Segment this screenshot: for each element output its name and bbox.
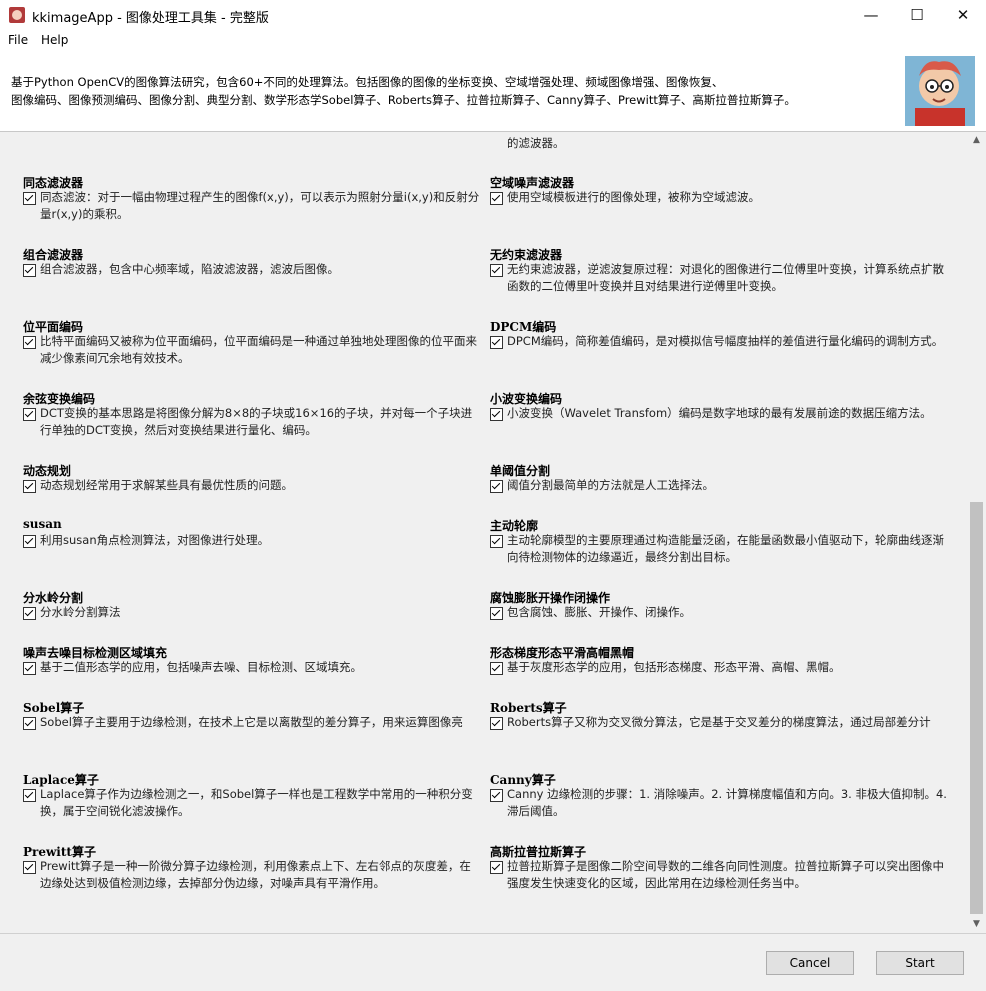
avatar-image xyxy=(905,56,975,126)
item-checkbox[interactable] xyxy=(490,861,503,874)
item-checkbox[interactable] xyxy=(23,192,36,205)
item-description: 包含腐蚀、膨胀、开操作、闭操作。 xyxy=(507,605,691,619)
scroll-down-icon[interactable]: ▼ xyxy=(968,916,985,933)
item-checkbox[interactable] xyxy=(23,717,36,730)
item-description: Roberts算子又称为交叉微分算法，它是基于交叉差分的梯度算法，通过局部差分计 xyxy=(507,715,931,729)
scroll-thumb[interactable] xyxy=(970,502,983,914)
app-icon xyxy=(9,7,25,23)
item-checkbox[interactable] xyxy=(23,408,36,421)
bottom-bar: Cancel Start xyxy=(0,933,986,991)
maximize-button[interactable]: ☐ xyxy=(894,0,940,31)
start-button[interactable]: Start xyxy=(876,951,964,975)
algorithm-list: 的滤波器。 同态滤波器 同态滤波：对于一幅由物理过程产生的图像f(x,y)，可以… xyxy=(0,132,968,933)
cancel-button[interactable]: Cancel xyxy=(766,951,854,975)
item-description: 动态规划经常用于求解某些具有最优性质的问题。 xyxy=(40,478,293,492)
item-checkbox[interactable] xyxy=(490,607,503,620)
item-description: 使用空域模板进行的图像处理，被称为空域滤波。 xyxy=(507,190,760,204)
item-description: DPCM编码，简称差值编码，是对模拟信号幅度抽样的差值进行量化编码的调制方式。 xyxy=(507,334,944,348)
item-checkbox[interactable] xyxy=(490,480,503,493)
item-checkbox[interactable] xyxy=(23,480,36,493)
close-button[interactable]: ✕ xyxy=(940,0,986,31)
item-checkbox[interactable] xyxy=(23,789,36,802)
item-description: Prewitt算子是一种一阶微分算子边缘检测，利用像素点上下、左右邻点的灰度差，… xyxy=(40,859,471,890)
window-title: kkimageApp - 图像处理工具集 - 完整版 xyxy=(32,11,269,26)
item-description: 基于灰度形态学的应用，包括形态梯度、形态平滑、高帽、黑帽。 xyxy=(507,660,841,674)
item-checkbox[interactable] xyxy=(490,662,503,675)
item-description: 分水岭分割算法 xyxy=(40,605,121,619)
item-description: 比特平面编码又被称为位平面编码，位平面编码是一种通过单独地处理图像的位平面来减少… xyxy=(40,334,477,365)
minimize-button[interactable]: — xyxy=(848,0,894,31)
item-description: Sobel算子主要用于边缘检测，在技术上它是以离散型的差分算子，用来运算图像亮 xyxy=(40,715,463,729)
item-description: 基于二值形态学的应用，包括噪声去噪、目标检测、区域填充。 xyxy=(40,660,362,674)
item-checkbox[interactable] xyxy=(490,264,503,277)
description-line-1: 基于Python OpenCV的图像算法研究，包含60+不同的处理算法。包括图像… xyxy=(11,75,724,89)
item-description: 同态滤波：对于一幅由物理过程产生的图像f(x,y)，可以表示为照射分量i(x,y… xyxy=(40,190,480,221)
item-description: Canny 边缘检测的步骤：1. 消除噪声。2. 计算梯度幅值和方向。3. 非极… xyxy=(507,787,947,818)
menu-bar: File Help xyxy=(0,31,986,52)
title-bar: kkimageApp - 图像处理工具集 - 完整版 — ☐ ✕ xyxy=(0,0,986,31)
partial-item-text: 的滤波器。 xyxy=(507,136,565,150)
item-checkbox[interactable] xyxy=(490,717,503,730)
item-description: Laplace算子作为边缘检测之一，和Sobel算子一样也是工程数学中常用的一种… xyxy=(40,787,473,818)
item-checkbox[interactable] xyxy=(490,789,503,802)
menu-help[interactable]: Help xyxy=(41,33,68,47)
item-checkbox[interactable] xyxy=(490,336,503,349)
item-checkbox[interactable] xyxy=(490,535,503,548)
item-description: 无约束滤波器，逆滤波复原过程：对退化的图像进行二位傅里叶变换，计算系统点扩散函数… xyxy=(507,262,944,293)
item-checkbox[interactable] xyxy=(23,861,36,874)
item-checkbox[interactable] xyxy=(23,264,36,277)
scroll-up-icon[interactable]: ▲ xyxy=(968,132,985,149)
item-checkbox[interactable] xyxy=(490,408,503,421)
item-checkbox[interactable] xyxy=(23,336,36,349)
item-description: 利用susan角点检测算法，对图像进行处理。 xyxy=(40,533,270,547)
item-checkbox[interactable] xyxy=(23,607,36,620)
item-description: 拉普拉斯算子是图像二阶空间导数的二维各向同性测度。拉普拉斯算子可以突出图像中强度… xyxy=(507,859,944,890)
item-description: 组合滤波器，包含中心频率域，陷波滤波器，滤波后图像。 xyxy=(40,262,339,276)
item-checkbox[interactable] xyxy=(23,535,36,548)
item-description: 主动轮廓模型的主要原理通过构造能量泛函，在能量函数最小值驱动下，轮廓曲线逐渐向待… xyxy=(507,533,944,564)
item-checkbox[interactable] xyxy=(23,662,36,675)
vertical-scrollbar[interactable]: ▲ ▼ xyxy=(968,132,985,933)
description-line-2: 图像编码、图像预测编码、图像分割、典型分割、数学形态学Sobel算子、Rober… xyxy=(11,93,796,107)
menu-file[interactable]: File xyxy=(8,33,28,47)
item-description: 阈值分割最简单的方法就是人工选择法。 xyxy=(507,478,714,492)
item-heading: susan xyxy=(23,517,62,531)
description-panel: 基于Python OpenCV的图像算法研究，包含60+不同的处理算法。包括图像… xyxy=(0,51,986,132)
item-description: 小波变换（Wavelet Transfom）编码是数字地球的最有发展前途的数据压… xyxy=(507,406,932,420)
item-checkbox[interactable] xyxy=(490,192,503,205)
item-description: DCT变换的基本思路是将图像分解为8×8的子块或16×16的子块，并对每一个子块… xyxy=(40,406,473,437)
